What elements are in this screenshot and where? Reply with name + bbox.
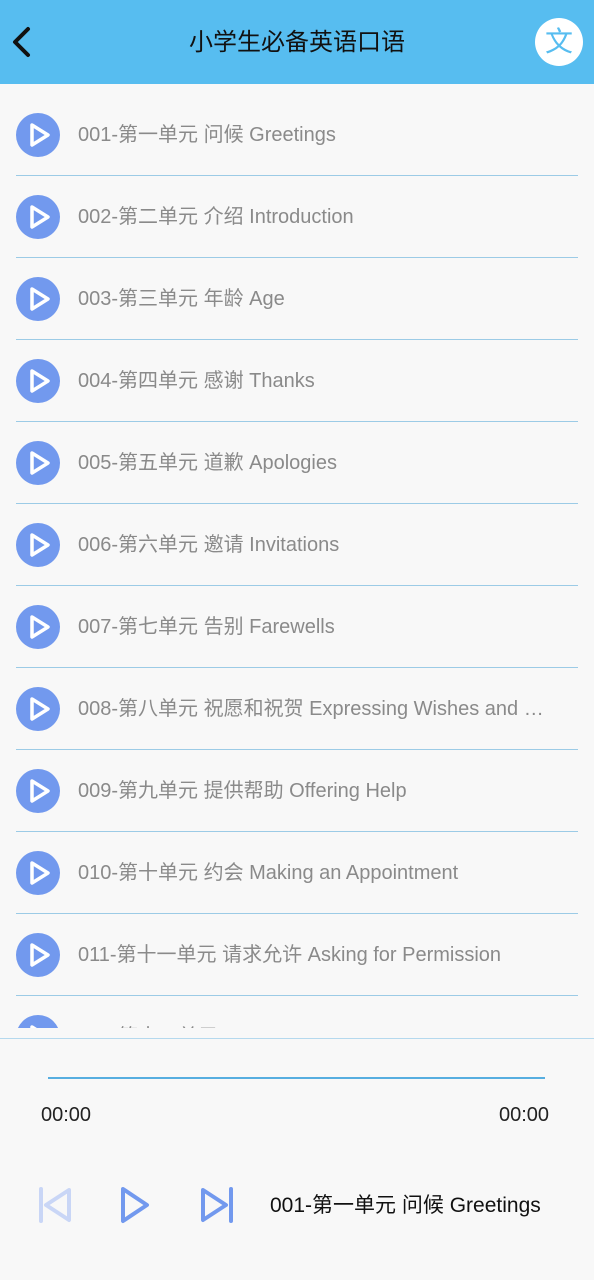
- lesson-label: 004-第四单元 感谢 Thanks: [78, 370, 315, 392]
- lesson-play-button[interactable]: [16, 851, 60, 895]
- play-icon: [30, 287, 50, 311]
- chevron-left-icon: [13, 27, 30, 57]
- play-icon: [30, 451, 50, 475]
- lesson-row[interactable]: 011-第十一单元 请求允许 Asking for Permission: [16, 914, 578, 996]
- next-button[interactable]: [193, 1181, 241, 1229]
- lesson-label: 007-第七单元 告别 Farewells: [78, 616, 335, 638]
- play-icon: [30, 369, 50, 393]
- translate-button[interactable]: 文: [535, 18, 583, 66]
- lesson-label: 012-第十二单元: [78, 1024, 558, 1028]
- play-icon: [30, 123, 50, 147]
- page-title: 小学生必备英语口语: [189, 28, 405, 56]
- lesson-label: 003-第三单元 年龄 Age: [78, 288, 285, 310]
- lesson-play-button[interactable]: [16, 769, 60, 813]
- lesson-row[interactable]: 007-第七单元 告别 Farewells: [16, 586, 578, 668]
- lesson-label: 009-第九单元 提供帮助 Offering Help: [78, 780, 407, 802]
- lesson-label: 010-第十单元 约会 Making an Appointment: [78, 862, 459, 884]
- app-header: 小学生必备英语口语 文: [0, 0, 594, 84]
- lesson-play-button[interactable]: [16, 523, 60, 567]
- progress-bar[interactable]: [48, 1077, 545, 1079]
- lesson-list[interactable]: 001-第一单元 问候 Greetings 002-第二单元 介绍 Introdu…: [0, 94, 594, 1028]
- lesson-play-button[interactable]: [16, 933, 60, 977]
- back-button[interactable]: [0, 17, 44, 67]
- lesson-label: 006-第六单元 邀请 Invitations: [78, 534, 340, 556]
- play-icon: [30, 861, 50, 885]
- play-icon: [30, 779, 50, 803]
- lesson-label: 005-第五单元 道歉 Apologies: [78, 452, 337, 474]
- previous-button[interactable]: [31, 1181, 79, 1229]
- lesson-row[interactable]: 005-第五单元 道歉 Apologies: [16, 422, 578, 504]
- lesson-row[interactable]: 001-第一单元 问候 Greetings: [16, 94, 578, 176]
- lesson-row[interactable]: 002-第二单元 介绍 Introduction: [16, 176, 578, 258]
- lesson-row[interactable]: 003-第三单元 年龄 Age: [16, 258, 578, 340]
- play-icon: [30, 697, 50, 721]
- lesson-row[interactable]: 009-第九单元 提供帮助 Offering Help: [16, 750, 578, 832]
- play-icon: [30, 943, 50, 967]
- lesson-label: 008-第八单元 祝愿和祝贺 Expressing Wishes and Con…: [78, 698, 558, 720]
- lesson-play-button[interactable]: [16, 605, 60, 649]
- current-time: 00:00: [41, 1104, 92, 1126]
- lesson-row[interactable]: 004-第四单元 感谢 Thanks: [16, 340, 578, 422]
- lesson-label: 011-第十一单元 请求允许 Asking for Permission: [78, 944, 502, 966]
- lesson-row[interactable]: 010-第十单元 约会 Making an Appointment: [16, 832, 578, 914]
- lesson-play-button[interactable]: [16, 195, 60, 239]
- lesson-play-button[interactable]: [16, 1015, 60, 1028]
- lesson-play-button[interactable]: [16, 359, 60, 403]
- lesson-play-button[interactable]: [16, 687, 60, 731]
- now-playing-title: 001-第一单元 问候 Greetings: [270, 1194, 541, 1217]
- play-icon: [30, 1025, 37, 1028]
- skip-previous-icon: [39, 1187, 71, 1223]
- lesson-play-button[interactable]: [16, 441, 60, 485]
- lesson-row[interactable]: 008-第八单元 祝愿和祝贺 Expressing Wishes and Con…: [16, 668, 578, 750]
- play-button[interactable]: [111, 1181, 159, 1229]
- play-icon: [30, 205, 50, 229]
- total-time: 00:00: [499, 1104, 550, 1126]
- lesson-play-button[interactable]: [16, 113, 60, 157]
- play-icon: [121, 1187, 149, 1223]
- lesson-label: 002-第二单元 介绍 Introduction: [78, 206, 354, 228]
- lesson-label: 001-第一单元 问候 Greetings: [78, 124, 336, 146]
- lesson-row[interactable]: 012-第十二单元: [16, 996, 578, 1028]
- lesson-row[interactable]: 006-第六单元 邀请 Invitations: [16, 504, 578, 586]
- lesson-play-button[interactable]: [16, 277, 60, 321]
- play-icon: [30, 615, 50, 639]
- skip-next-icon: [201, 1187, 233, 1223]
- play-icon: [30, 533, 50, 557]
- audio-player: 00:00 00:00 001-第一单元 问候 Greetings: [0, 1038, 594, 1280]
